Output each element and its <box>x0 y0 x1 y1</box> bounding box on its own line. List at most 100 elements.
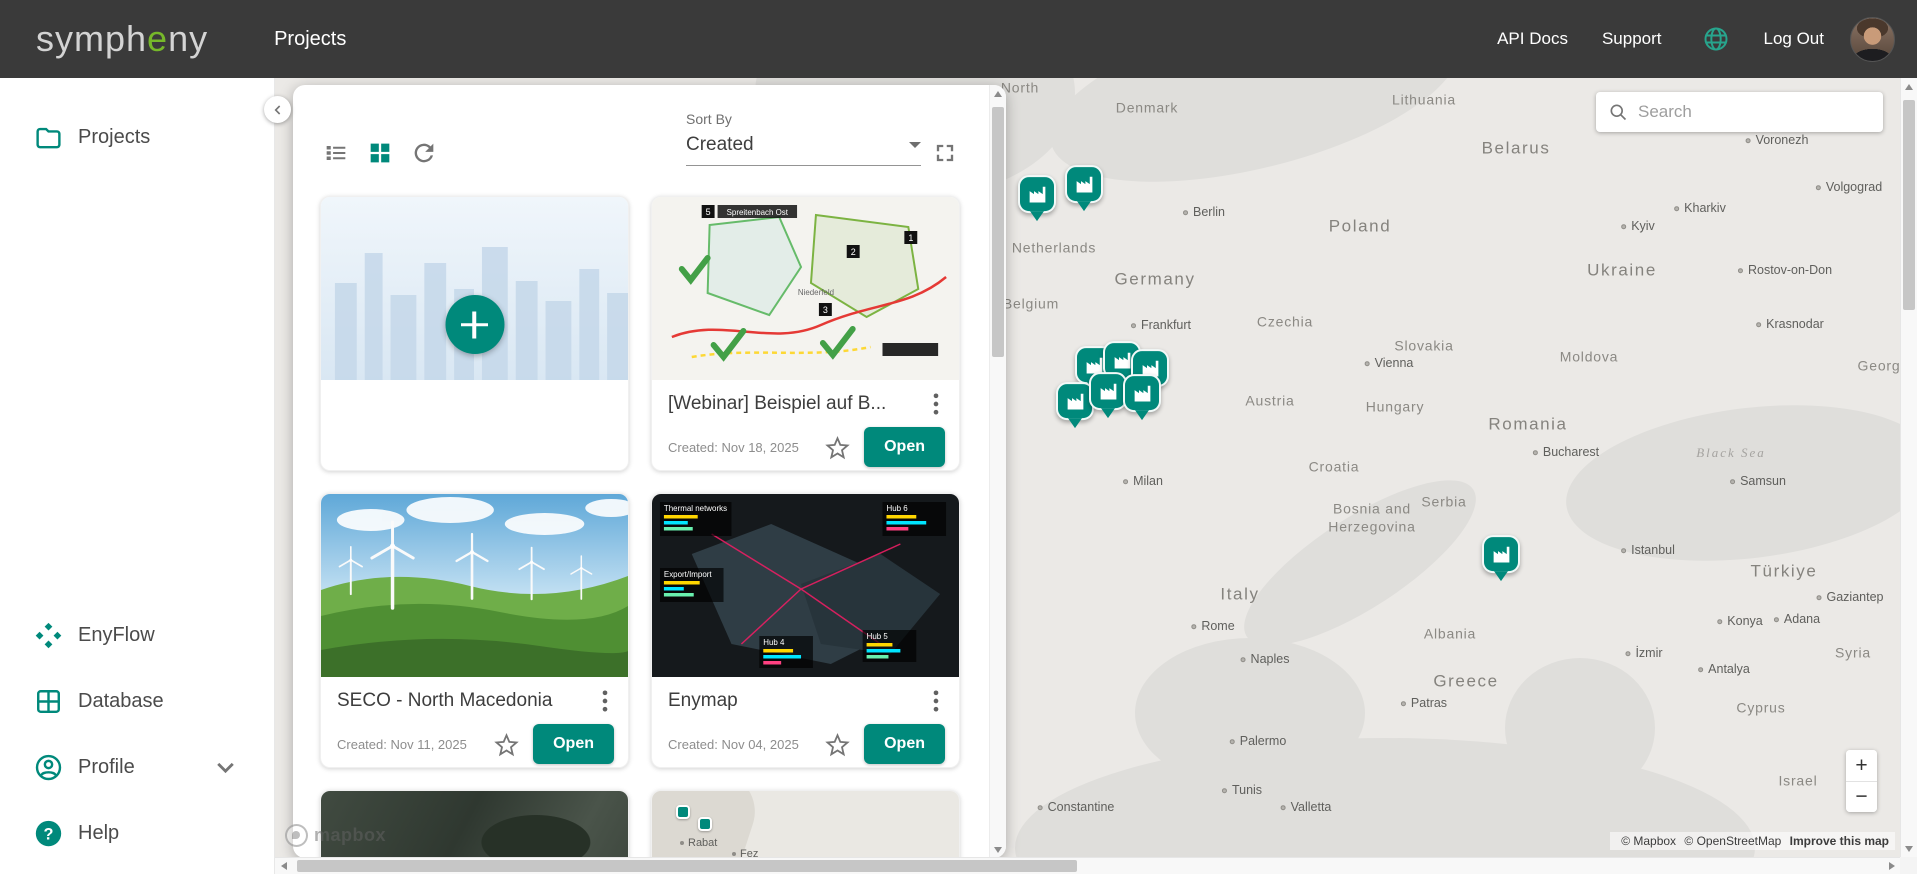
top-nav: API Docs Support Log Out <box>1463 17 1895 62</box>
sidebar-item-help[interactable]: ? Help <box>0 800 274 866</box>
project-map-marker[interactable] <box>1482 535 1520 573</box>
svg-text:Hub 6: Hub 6 <box>886 504 908 513</box>
project-thumbnail-windfarm <box>321 494 628 677</box>
map-label-antalya: Antalya <box>1698 662 1750 678</box>
scroll-left-arrow[interactable] <box>275 858 292 874</box>
map-label-adana: Adana <box>1774 612 1820 628</box>
logout-link[interactable]: Log Out <box>1764 29 1825 49</box>
chevron-down-icon[interactable] <box>211 753 240 782</box>
map-water-aegean <box>1505 658 1655 798</box>
open-button[interactable]: Open <box>864 427 945 467</box>
map-label-kharkiv: Kharkiv <box>1674 201 1726 217</box>
scroll-up-arrow[interactable] <box>1901 78 1917 95</box>
card-created-date: Created: Nov 04, 2025 <box>668 737 824 752</box>
search-input[interactable] <box>1638 102 1883 122</box>
map-label-austria: Austria <box>1245 392 1294 410</box>
open-button[interactable]: Open <box>864 724 945 764</box>
mapbox-logo-icon <box>285 824 308 847</box>
sidebar-item-profile[interactable]: Profile <box>0 734 274 800</box>
page-title: Projects <box>274 28 346 51</box>
zoom-out-button[interactable]: − <box>1846 781 1877 812</box>
scroll-down-arrow[interactable] <box>990 841 1006 858</box>
page-vertical-scrollbar[interactable] <box>1900 78 1917 857</box>
top-bar: sympheny Projects API Docs Support Log O… <box>0 0 1917 78</box>
map-label-poland: Poland <box>1329 215 1392 236</box>
support-link[interactable]: Support <box>1602 29 1662 49</box>
sort-by-label: Sort By <box>686 111 921 127</box>
factory-marker-icon <box>1491 544 1512 565</box>
fullscreen-icon[interactable] <box>931 139 959 167</box>
grid-view-icon[interactable] <box>366 139 394 167</box>
star-icon[interactable] <box>824 731 851 758</box>
app-root: sympheny Projects API Docs Support Log O… <box>0 0 1917 874</box>
factory-marker-icon <box>1027 184 1048 205</box>
open-button[interactable]: Open <box>533 724 614 764</box>
page-horizontal-scrollbar[interactable] <box>275 857 1900 874</box>
star-icon[interactable] <box>824 434 851 461</box>
search-icon <box>1608 102 1628 122</box>
collapse-panel-button[interactable] <box>264 96 291 123</box>
project-card-partial: Rabat Fez <box>651 790 960 858</box>
map-label-albania: Albania <box>1424 625 1476 643</box>
sidebar-item-enyflow[interactable]: EnyFlow <box>0 602 274 668</box>
dropdown-caret-icon <box>909 142 921 148</box>
project-cards-grid: 5 Spreitenbach Ost 2 1 3 Niederfeld <box>320 196 960 858</box>
map-label-hungary: Hungary <box>1366 398 1425 416</box>
map-label-romania: Romania <box>1488 413 1567 434</box>
user-avatar[interactable] <box>1850 17 1895 62</box>
map-canvas[interactable]: NorthDenmarkLithuaniaBelarusVoronezhNeth… <box>275 78 1917 874</box>
globe-icon[interactable] <box>1702 25 1730 53</box>
folder-icon <box>34 123 63 152</box>
map-label-germany: Germany <box>1114 268 1195 289</box>
map-label-greece: Greece <box>1433 670 1498 691</box>
attribution-mapbox-link[interactable]: © Mapbox <box>1621 834 1676 848</box>
scroll-down-arrow[interactable] <box>1901 840 1917 857</box>
panel-scrollbar-thumb[interactable] <box>992 107 1004 357</box>
add-project-card[interactable] <box>320 196 629 471</box>
sidebar-item-database[interactable]: Database <box>0 668 274 734</box>
project-map-marker[interactable] <box>1089 372 1127 410</box>
vertical-scrollbar-thumb[interactable] <box>1903 100 1915 310</box>
list-view-icon[interactable] <box>322 139 350 167</box>
sidebar-item-projects[interactable]: Projects <box>0 104 274 170</box>
svg-text:?: ? <box>44 825 54 843</box>
project-map-marker[interactable] <box>1065 165 1103 203</box>
sort-by-select[interactable]: Sort By Created <box>686 111 921 166</box>
more-menu-icon[interactable] <box>921 390 951 418</box>
map-label-slovakia: Slovakia <box>1394 337 1453 355</box>
logo-text: symph <box>36 18 147 59</box>
mini-map-marker <box>676 805 690 819</box>
plus-icon[interactable] <box>445 295 504 354</box>
map-label-berlin: Berlin <box>1183 205 1225 221</box>
card-created-date: Created: Nov 18, 2025 <box>668 440 824 455</box>
project-map-marker[interactable] <box>1018 175 1056 213</box>
mapbox-logo[interactable]: mapbox <box>285 824 386 847</box>
scroll-right-arrow[interactable] <box>1883 858 1900 874</box>
scroll-up-arrow[interactable] <box>990 85 1006 102</box>
card-title: Enymap <box>668 690 921 712</box>
refresh-icon[interactable] <box>410 139 438 167</box>
star-icon[interactable] <box>493 731 520 758</box>
card-created-date: Created: Nov 11, 2025 <box>337 737 493 752</box>
zoom-in-button[interactable]: + <box>1846 750 1877 781</box>
chevron-left-icon <box>270 102 286 118</box>
app-logo[interactable]: sympheny <box>36 18 208 60</box>
map-label-cyprus: Cyprus <box>1736 699 1785 717</box>
factory-marker-icon <box>1065 391 1086 412</box>
help-icon: ? <box>34 819 63 848</box>
map-attribution: © Mapbox © OpenStreetMap Improve this ma… <box>1610 832 1895 850</box>
sidebar-item-label: Help <box>78 822 119 845</box>
svg-text:Thermal networks: Thermal networks <box>664 504 727 513</box>
api-docs-link[interactable]: API Docs <box>1497 29 1568 49</box>
more-menu-icon[interactable] <box>590 687 620 715</box>
panel-scrollbar[interactable] <box>989 85 1006 858</box>
attribution-improve-link[interactable]: Improve this map <box>1790 834 1889 848</box>
projects-panel: Sort By Created <box>293 85 1006 858</box>
project-map-marker[interactable] <box>1123 374 1161 412</box>
map-label-krasnodar: Krasnodar <box>1756 317 1824 333</box>
more-menu-icon[interactable] <box>921 687 951 715</box>
attribution-osm-link[interactable]: © OpenStreetMap <box>1684 834 1781 848</box>
horizontal-scrollbar-thumb[interactable] <box>297 860 1077 872</box>
project-card: Thermal networks Hub 6 Export/Import Hub… <box>651 493 960 768</box>
map-search-box <box>1596 92 1883 132</box>
